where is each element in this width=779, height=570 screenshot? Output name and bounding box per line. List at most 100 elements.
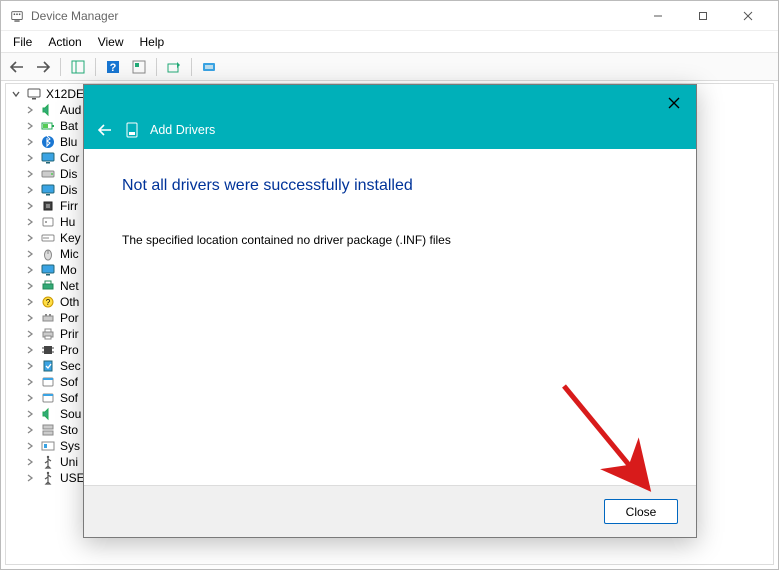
svg-text:?: ? [46, 298, 51, 307]
chevron-right-icon[interactable] [24, 360, 36, 372]
show-hide-tree-button[interactable] [66, 56, 90, 78]
dialog-footer: Close [84, 485, 696, 537]
tree-node-label: Aud [60, 102, 81, 118]
menu-file[interactable]: File [5, 33, 40, 51]
tree-node-label: Dis [60, 166, 77, 182]
dialog-header: Add Drivers [84, 85, 696, 149]
usb-icon [40, 470, 56, 486]
chevron-right-icon[interactable] [24, 280, 36, 292]
scan-hardware-button[interactable] [197, 56, 221, 78]
add-drivers-dialog: Add Drivers Not all drivers were success… [83, 84, 697, 538]
tree-node-label: USE [60, 470, 85, 486]
chevron-right-icon[interactable] [24, 376, 36, 388]
battery-icon [40, 118, 56, 134]
chevron-right-icon[interactable] [24, 296, 36, 308]
update-driver-button[interactable] [162, 56, 186, 78]
monitor-icon [40, 150, 56, 166]
tree-node-label: Uni [60, 454, 78, 470]
chevron-right-icon[interactable] [24, 408, 36, 420]
tree-node-label: Sto [60, 422, 78, 438]
chevron-right-icon[interactable] [24, 152, 36, 164]
chevron-right-icon[interactable] [24, 200, 36, 212]
usb-icon [40, 454, 56, 470]
port-icon [40, 310, 56, 326]
monitor-icon [40, 262, 56, 278]
tree-node-label: Sys [60, 438, 80, 454]
chevron-right-icon[interactable] [24, 264, 36, 276]
back-button[interactable] [5, 56, 29, 78]
tree-node-label: Mic [60, 246, 79, 262]
tree-node-label: Pro [60, 342, 79, 358]
system-icon [40, 438, 56, 454]
dialog-close-x[interactable] [662, 91, 686, 115]
chevron-right-icon[interactable] [24, 312, 36, 324]
svg-text:?: ? [110, 62, 117, 74]
chevron-right-icon[interactable] [24, 248, 36, 260]
window-title: Device Manager [31, 9, 635, 23]
driver-disk-icon [124, 122, 140, 138]
security-icon [40, 358, 56, 374]
close-window-button[interactable] [725, 2, 770, 30]
chevron-down-icon[interactable] [10, 88, 22, 100]
chevron-right-icon[interactable] [24, 440, 36, 452]
toolbar-separator [95, 58, 96, 76]
toolbar-separator [156, 58, 157, 76]
chevron-right-icon[interactable] [24, 216, 36, 228]
keyboard-icon [40, 230, 56, 246]
dialog-message: The specified location contained no driv… [122, 233, 658, 247]
chevron-right-icon[interactable] [24, 456, 36, 468]
soft-icon [40, 390, 56, 406]
tree-node-label: Key [60, 230, 81, 246]
app-icon [9, 8, 25, 24]
toolbar-separator [60, 58, 61, 76]
chevron-right-icon[interactable] [24, 424, 36, 436]
chevron-right-icon[interactable] [24, 232, 36, 244]
chip-icon [40, 198, 56, 214]
window-controls [635, 2, 770, 30]
tree-node-label: Sou [60, 406, 81, 422]
help-button[interactable]: ? [101, 56, 125, 78]
chevron-right-icon[interactable] [24, 392, 36, 404]
bluetooth-icon [40, 134, 56, 150]
forward-button[interactable] [31, 56, 55, 78]
close-button[interactable]: Close [604, 499, 678, 524]
chevron-right-icon[interactable] [24, 168, 36, 180]
toolbar: ? [1, 53, 778, 81]
tree-node-label: Hu [60, 214, 75, 230]
speaker-icon [40, 102, 56, 118]
dialog-back-button[interactable] [96, 121, 114, 139]
maximize-button[interactable] [680, 2, 725, 30]
title-bar: Device Manager [1, 1, 778, 31]
disk-icon [40, 166, 56, 182]
chevron-right-icon[interactable] [24, 104, 36, 116]
menu-action[interactable]: Action [40, 33, 89, 51]
net-icon [40, 278, 56, 294]
dialog-title: Add Drivers [150, 123, 215, 137]
tree-node-label: Blu [60, 134, 77, 150]
tree-node-label: Oth [60, 294, 79, 310]
tree-node-label: Dis [60, 182, 77, 198]
tree-node-label: Prir [60, 326, 79, 342]
chevron-right-icon[interactable] [24, 328, 36, 340]
speaker-icon [40, 406, 56, 422]
storage-icon [40, 422, 56, 438]
menu-view[interactable]: View [90, 33, 132, 51]
device-manager-window: Device Manager File Action View Help ? [0, 0, 779, 570]
menu-help[interactable]: Help [132, 33, 173, 51]
chevron-right-icon[interactable] [24, 120, 36, 132]
chevron-right-icon[interactable] [24, 472, 36, 484]
close-button-label: Close [626, 505, 657, 519]
computer-icon [26, 86, 42, 102]
soft-icon [40, 374, 56, 390]
hid-icon [40, 214, 56, 230]
action-button[interactable] [127, 56, 151, 78]
tree-node-label: Cor [60, 150, 79, 166]
chevron-right-icon[interactable] [24, 184, 36, 196]
monitor-icon [40, 182, 56, 198]
cpu-icon [40, 342, 56, 358]
minimize-button[interactable] [635, 2, 680, 30]
chevron-right-icon[interactable] [24, 136, 36, 148]
chevron-right-icon[interactable] [24, 344, 36, 356]
tree-node-label: Bat [60, 118, 78, 134]
other-icon: ? [40, 294, 56, 310]
